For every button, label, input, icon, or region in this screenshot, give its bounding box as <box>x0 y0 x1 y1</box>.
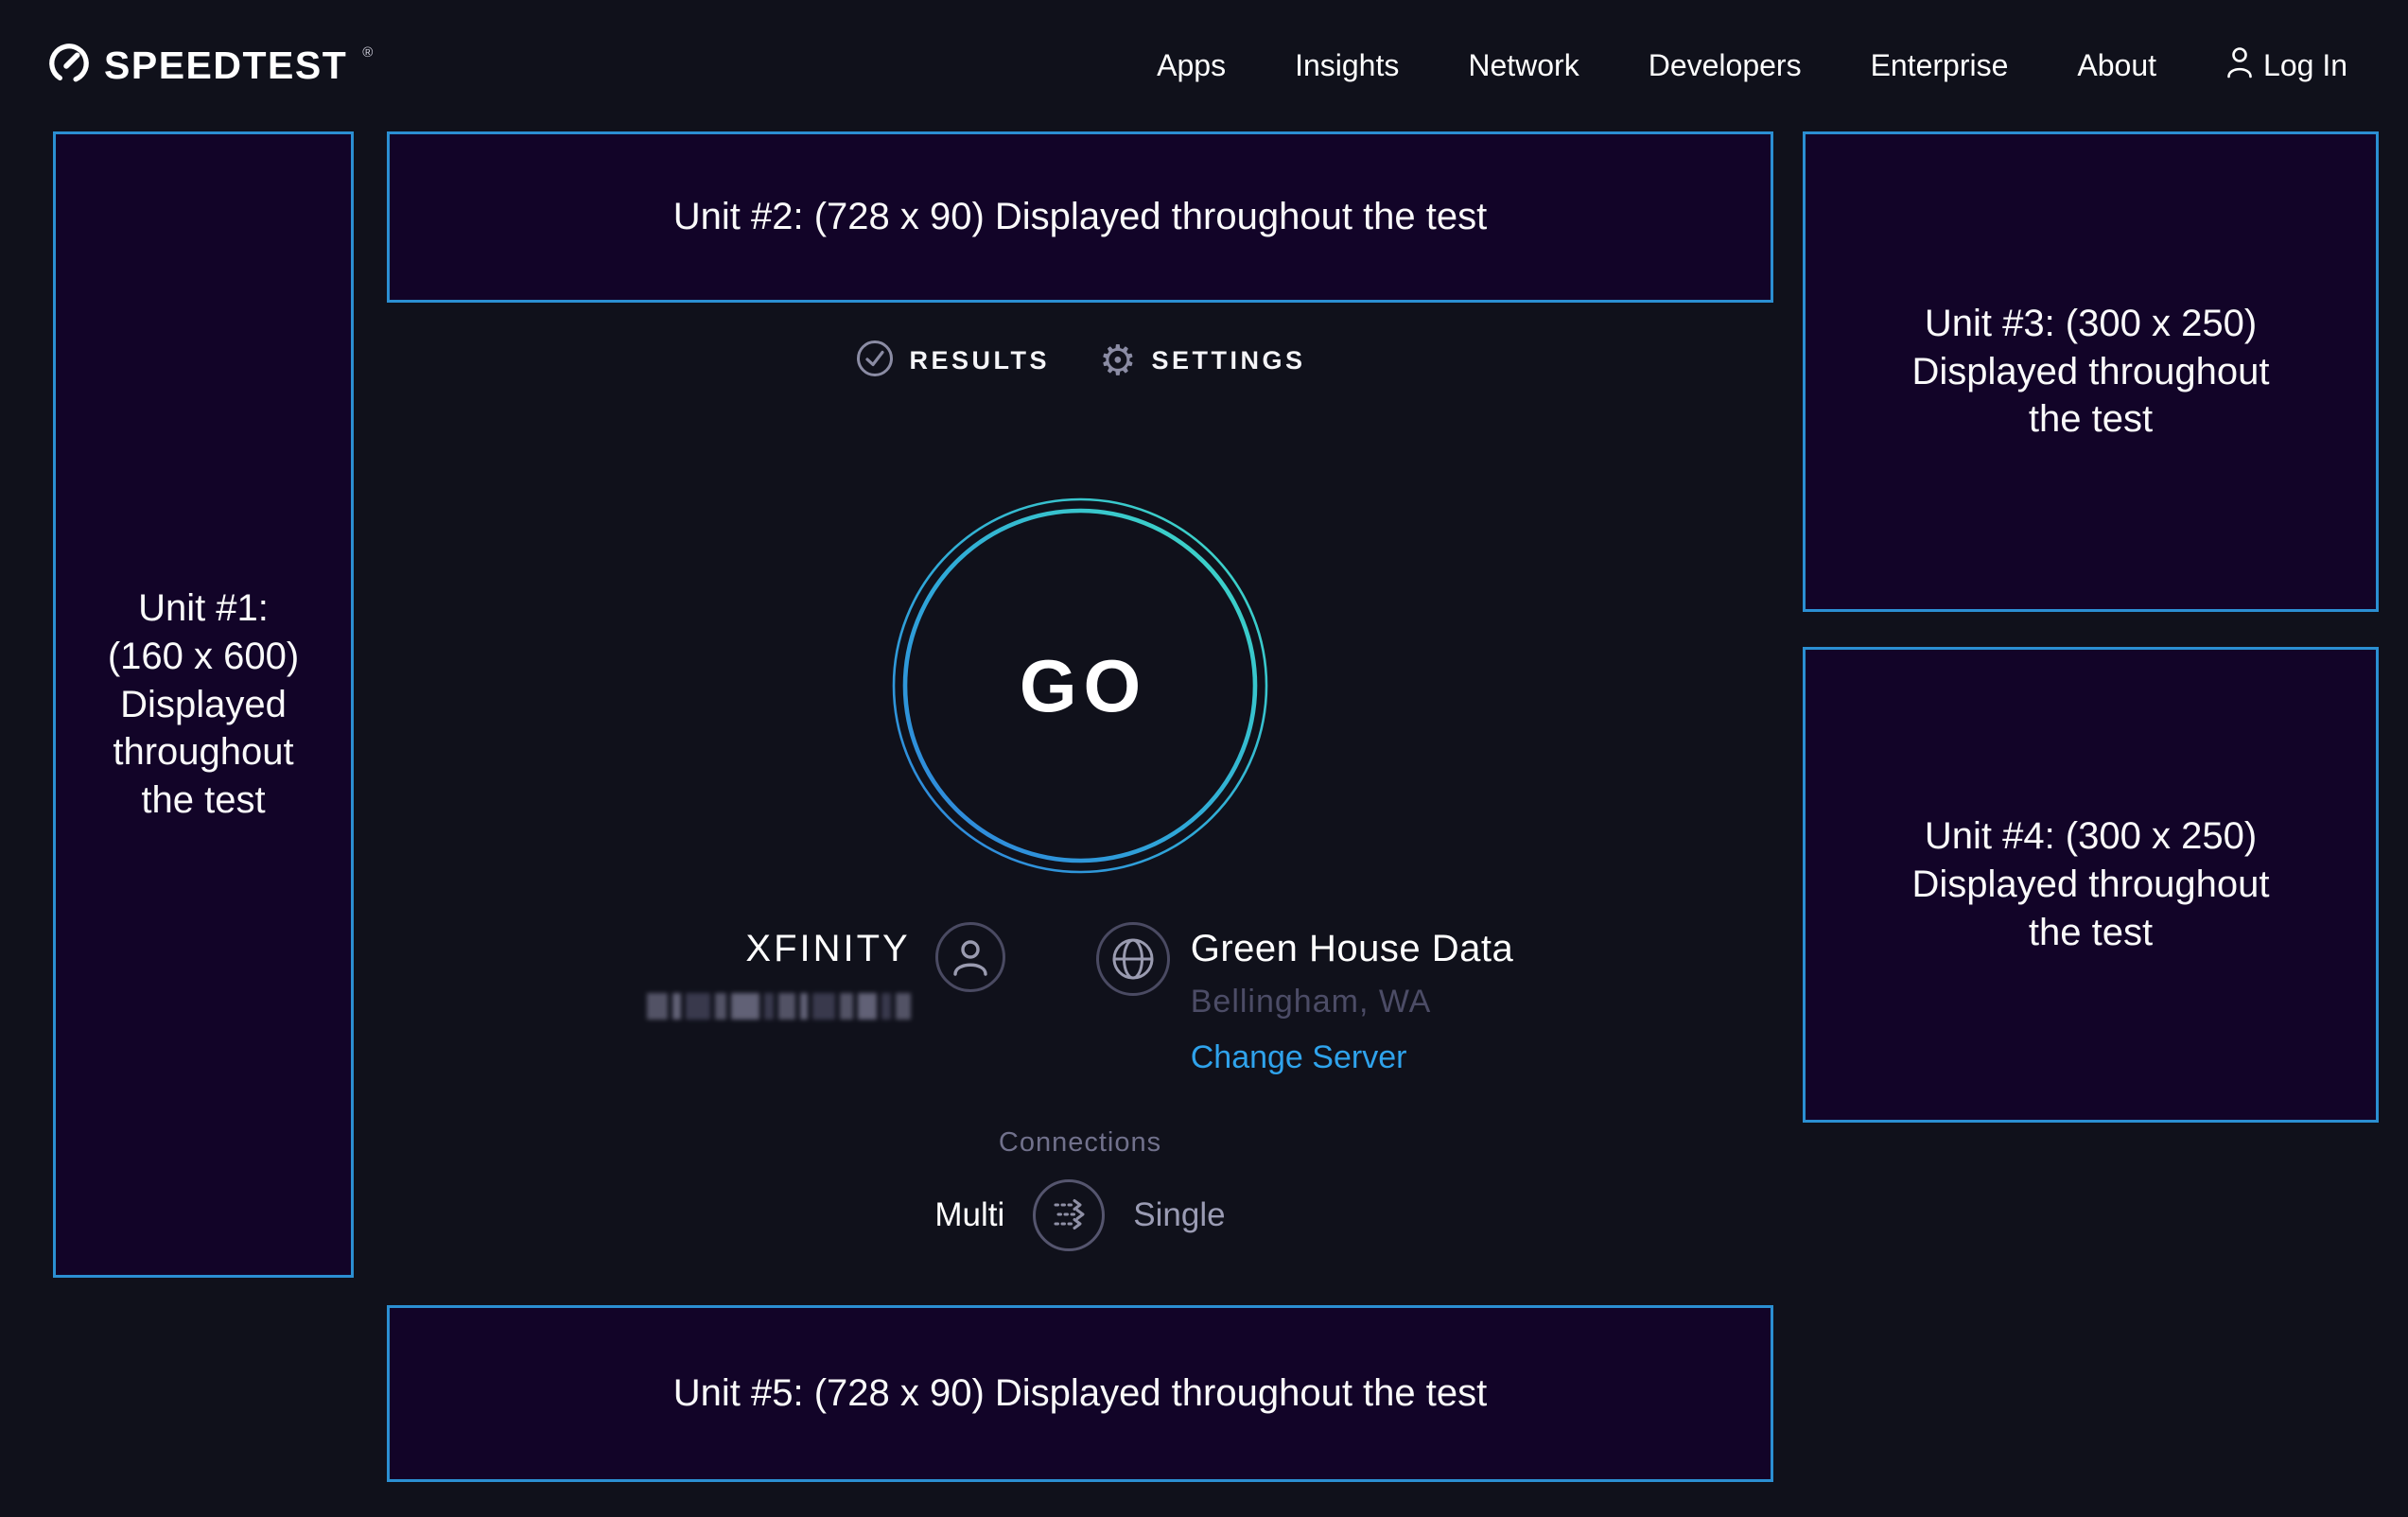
connections-single-label[interactable]: Single <box>1133 1196 1225 1234</box>
server-block: Green House Data Bellingham, WA Change S… <box>1191 928 1514 1076</box>
login-label: Log In <box>2263 48 2347 83</box>
nav-item-developers[interactable]: Developers <box>1649 48 1802 83</box>
isp-block: XFINITY <box>647 928 911 1020</box>
tab-results[interactable]: RESULTS <box>855 339 1051 383</box>
tabs-row: RESULTS ⚙ SETTINGS <box>387 339 1773 383</box>
nav-item-enterprise[interactable]: Enterprise <box>1871 48 2009 83</box>
ad-unit-1-line: the test <box>141 776 265 825</box>
check-circle-icon <box>855 339 895 383</box>
go-label: GO <box>891 497 1269 875</box>
ad-unit-4[interactable]: Unit #4: (300 x 250) Displayed throughou… <box>1803 647 2379 1123</box>
logo-wordmark: SPEEDTEST <box>104 44 347 88</box>
ad-unit-2[interactable]: Unit #2: (728 x 90) Displayed throughout… <box>387 131 1773 303</box>
ad-unit-1-line: Unit #1: <box>138 584 269 633</box>
ad-unit-5[interactable]: Unit #5: (728 x 90) Displayed throughout… <box>387 1305 1773 1482</box>
ad-unit-5-text: Unit #5: (728 x 90) Displayed throughout… <box>673 1369 1488 1418</box>
isp-name: XFINITY <box>647 928 911 970</box>
nav-item-about[interactable]: About <box>2077 48 2156 83</box>
ad-unit-1[interactable]: Unit #1: (160 x 600) Displayed throughou… <box>53 131 354 1278</box>
ad-unit-4-line: Displayed throughout <box>1911 861 2269 909</box>
tab-settings[interactable]: ⚙ SETTINGS <box>1099 340 1305 382</box>
ad-unit-4-line: the test <box>2029 909 2153 957</box>
nav-item-insights[interactable]: Insights <box>1295 48 1399 83</box>
connections-multi-label[interactable]: Multi <box>934 1196 1004 1234</box>
change-server-link[interactable]: Change Server <box>1191 1039 1407 1076</box>
ad-unit-1-line: throughout <box>113 728 293 776</box>
ad-unit-3-line: Displayed throughout <box>1911 348 2269 396</box>
ad-unit-3-line: Unit #3: (300 x 250) <box>1925 300 2257 348</box>
server-name: Green House Data <box>1191 928 1514 970</box>
header: SPEEDTEST ® Apps Insights Network Develo… <box>0 0 2408 131</box>
ad-unit-4-line: Unit #4: (300 x 250) <box>1925 812 2257 861</box>
isp-user-icon <box>935 922 1005 992</box>
speedtest-page: { "header": { "logo_text": "SPEEDTEST", … <box>0 0 2408 1517</box>
ad-unit-3[interactable]: Unit #3: (300 x 250) Displayed throughou… <box>1803 131 2379 612</box>
connections-label: Connections <box>387 1127 1773 1159</box>
ad-unit-2-text: Unit #2: (728 x 90) Displayed throughout… <box>673 193 1488 241</box>
connections-row: Multi Single <box>387 1179 1773 1251</box>
server-location: Bellingham, WA <box>1191 984 1514 1020</box>
ad-unit-1-line: (160 x 600) <box>108 633 299 681</box>
multi-arrows-icon <box>1047 1193 1091 1239</box>
connection-meta: XFINITY Green House Data Bellingham, WA … <box>387 922 1773 1076</box>
gauge-icon <box>47 42 91 90</box>
user-icon <box>2225 45 2254 87</box>
gear-icon: ⚙ <box>1099 340 1136 382</box>
masked-ip <box>647 993 911 1020</box>
server-globe-icon <box>1096 922 1170 996</box>
tab-results-label: RESULTS <box>910 346 1051 375</box>
nav-item-network[interactable]: Network <box>1468 48 1579 83</box>
connections-toggle[interactable] <box>1033 1179 1105 1251</box>
ad-unit-1-line: Displayed <box>120 681 287 729</box>
main-nav: Apps Insights Network Developers Enterpr… <box>1157 45 2347 87</box>
go-button[interactable]: GO <box>891 497 1269 875</box>
logo-trademark: ® <box>362 44 373 61</box>
ad-unit-3-line: the test <box>2029 395 2153 444</box>
login-button[interactable]: Log In <box>2225 45 2347 87</box>
speedtest-logo[interactable]: SPEEDTEST ® <box>47 42 371 90</box>
tab-settings-label: SETTINGS <box>1151 346 1305 375</box>
nav-item-apps[interactable]: Apps <box>1157 48 1226 83</box>
connections-section: Connections Multi Single <box>387 1127 1773 1251</box>
